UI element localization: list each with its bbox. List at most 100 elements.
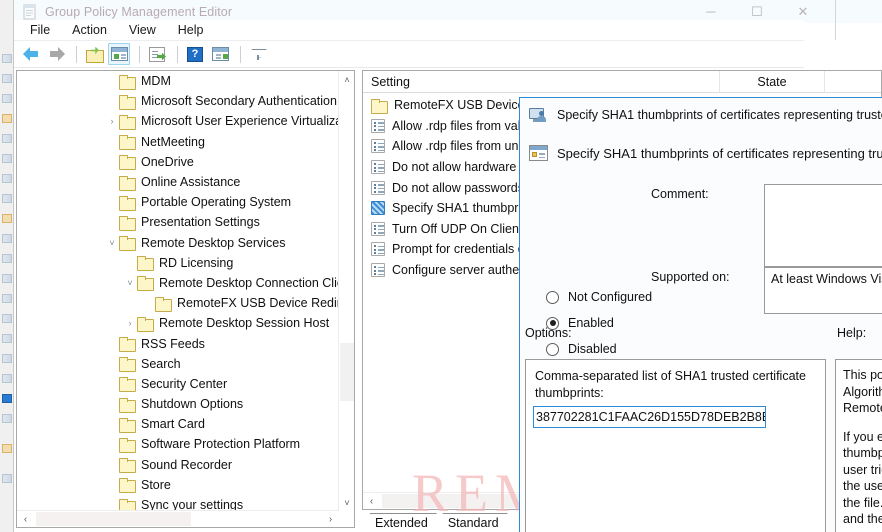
expander-icon[interactable] <box>105 173 119 191</box>
tree-item-onedrive[interactable]: OneDrive <box>17 152 339 172</box>
tree-item-portable-operating-system[interactable]: Portable Operating System <box>17 192 339 212</box>
background-window[interactable] <box>0 0 14 532</box>
expander-icon[interactable] <box>105 435 119 453</box>
policy-setting-icon <box>529 145 548 161</box>
tree-horizontal-scrollbar[interactable]: ‹ › <box>17 510 339 527</box>
tree-item-rss-feeds[interactable]: RSS Feeds <box>17 333 339 353</box>
comment-label: Comment: <box>651 187 709 201</box>
help-icon[interactable]: ? <box>184 43 206 65</box>
policy-icon <box>371 221 385 236</box>
tree-item-label: NetMeeting <box>141 134 205 149</box>
menu-help[interactable]: Help <box>167 21 215 39</box>
help-pane[interactable]: This polic Algorithm Remote D If you ena… <box>835 359 882 532</box>
expander-icon[interactable]: ˅ <box>105 234 119 252</box>
tree-item-sync-your-settings[interactable]: Sync your settings <box>17 495 339 511</box>
thumbprints-input-value: 387702281C1FAAC26D155D78DEB2B8EE2 <box>536 410 766 424</box>
scroll-thumb[interactable] <box>382 494 530 508</box>
expander-icon[interactable] <box>105 456 119 474</box>
menu-view[interactable]: View <box>118 21 167 39</box>
tree-item-remote-desktop-services[interactable]: ˅ Remote Desktop Services <box>17 233 339 253</box>
up-one-level-icon[interactable] <box>83 43 105 65</box>
tree-item-store[interactable]: Store <box>17 475 339 495</box>
help-label: Help: <box>837 326 867 340</box>
folder-icon <box>119 357 136 373</box>
policy-state-radio-group: Not Configured Enabled Disabled <box>546 284 726 362</box>
folder-icon <box>119 114 136 130</box>
tree-item-shutdown-options[interactable]: Shutdown Options <box>17 394 339 414</box>
comment-textarea[interactable] <box>764 184 882 267</box>
column-header-state[interactable]: State <box>720 71 825 93</box>
expander-icon[interactable] <box>105 375 119 393</box>
expander-icon[interactable] <box>105 496 119 511</box>
scroll-thumb[interactable] <box>36 512 191 526</box>
list-item-label: Turn Off UDP On Client <box>392 221 523 236</box>
tree-item-software-protection-platform[interactable]: Software Protection Platform <box>17 434 339 454</box>
tree-item-remote-desktop-connection-client[interactable]: ˅ Remote Desktop Connection Clien <box>17 273 339 293</box>
tab-extended[interactable]: Extended <box>364 513 437 532</box>
scroll-down-icon[interactable]: ˅ <box>339 494 354 511</box>
tree-item-microsoft-secondary-authentication[interactable]: Microsoft Secondary Authentication F <box>17 91 339 111</box>
expander-icon[interactable]: ˅ <box>123 274 137 292</box>
tree-item-label: MDM <box>141 74 171 89</box>
expander-icon[interactable] <box>105 476 119 494</box>
tree-item-rd-licensing[interactable]: RD Licensing <box>17 253 339 273</box>
tree-item-microsoft-user-experience-virtualization[interactable]: › Microsoft User Experience Virtualizati… <box>17 111 339 131</box>
expander-icon[interactable] <box>141 294 155 312</box>
show-hide-action-pane-icon[interactable] <box>209 43 231 65</box>
expander-icon[interactable] <box>105 415 119 433</box>
expander-icon[interactable] <box>105 213 119 231</box>
expander-icon[interactable] <box>105 72 119 90</box>
supported-on-value: At least Windows Vista with <box>771 272 882 286</box>
tree-item-smart-card[interactable]: Smart Card <box>17 414 339 434</box>
tree-item-security-center[interactable]: Security Center <box>17 374 339 394</box>
show-hide-console-tree-icon[interactable] <box>108 43 130 65</box>
supported-on-field: At least Windows Vista with <box>764 267 882 314</box>
tree-item-mdm[interactable]: MDM <box>17 71 339 91</box>
expander-icon[interactable] <box>105 193 119 211</box>
tree-item-remotefx-usb-device-redirection[interactable]: RemoteFX USB Device Redirec <box>17 293 339 313</box>
tree-item-netmeeting[interactable]: NetMeeting <box>17 132 339 152</box>
policy-icon <box>371 263 385 278</box>
folder-icon <box>119 74 136 90</box>
tree-item-presentation-settings[interactable]: Presentation Settings <box>17 212 339 232</box>
tab-standard[interactable]: Standard <box>437 513 508 532</box>
help-line: the user c <box>843 479 882 493</box>
thumbprints-input[interactable]: 387702281C1FAAC26D155D78DEB2B8EE2 <box>533 406 766 428</box>
folder-icon <box>119 135 136 151</box>
scroll-left-icon[interactable]: ‹ <box>17 511 34 527</box>
expander-icon[interactable] <box>105 92 119 110</box>
expander-icon[interactable] <box>105 335 119 353</box>
dialog-title-bar[interactable]: Specify SHA1 thumbprints of certificates… <box>520 98 882 132</box>
expander-icon[interactable] <box>105 395 119 413</box>
expander-icon[interactable] <box>105 355 119 373</box>
tree-item-remote-desktop-session-host[interactable]: › Remote Desktop Session Host <box>17 313 339 333</box>
scroll-thumb[interactable] <box>340 343 354 401</box>
scroll-right-icon[interactable]: › <box>322 511 339 527</box>
expander-icon[interactable] <box>105 133 119 151</box>
expander-icon[interactable] <box>105 153 119 171</box>
menu-action[interactable]: Action <box>61 21 118 39</box>
menu-file[interactable]: File <box>19 21 61 39</box>
help-line: This polic <box>843 368 882 382</box>
expander-icon[interactable] <box>123 254 137 272</box>
tree-item-label: RSS Feeds <box>141 336 205 351</box>
radio-not-configured[interactable]: Not Configured <box>546 284 726 310</box>
filter-icon[interactable] <box>247 43 269 65</box>
scroll-left-icon[interactable]: ‹ <box>363 493 380 509</box>
toolbar-separator <box>139 45 140 63</box>
tree-vertical-scrollbar[interactable]: ˄ ˅ <box>338 71 354 511</box>
expander-icon[interactable]: › <box>123 314 137 332</box>
tree-item-online-assistance[interactable]: Online Assistance <box>17 172 339 192</box>
expander-icon[interactable]: › <box>105 112 119 130</box>
policy-icon <box>371 242 385 257</box>
forward-icon[interactable] <box>45 43 67 65</box>
tree-item-sound-recorder[interactable]: Sound Recorder <box>17 455 339 475</box>
column-header-setting[interactable]: Setting <box>363 71 720 93</box>
properties-icon[interactable] <box>146 43 168 65</box>
scroll-up-icon[interactable]: ˄ <box>339 71 354 88</box>
console-tree[interactable]: MDM Microsoft Secondary Authentication F… <box>17 71 339 511</box>
radio-label: Not Configured <box>568 290 653 304</box>
radio-enabled[interactable]: Enabled <box>546 310 726 336</box>
tree-item-search[interactable]: Search <box>17 354 339 374</box>
back-icon[interactable] <box>20 43 42 65</box>
